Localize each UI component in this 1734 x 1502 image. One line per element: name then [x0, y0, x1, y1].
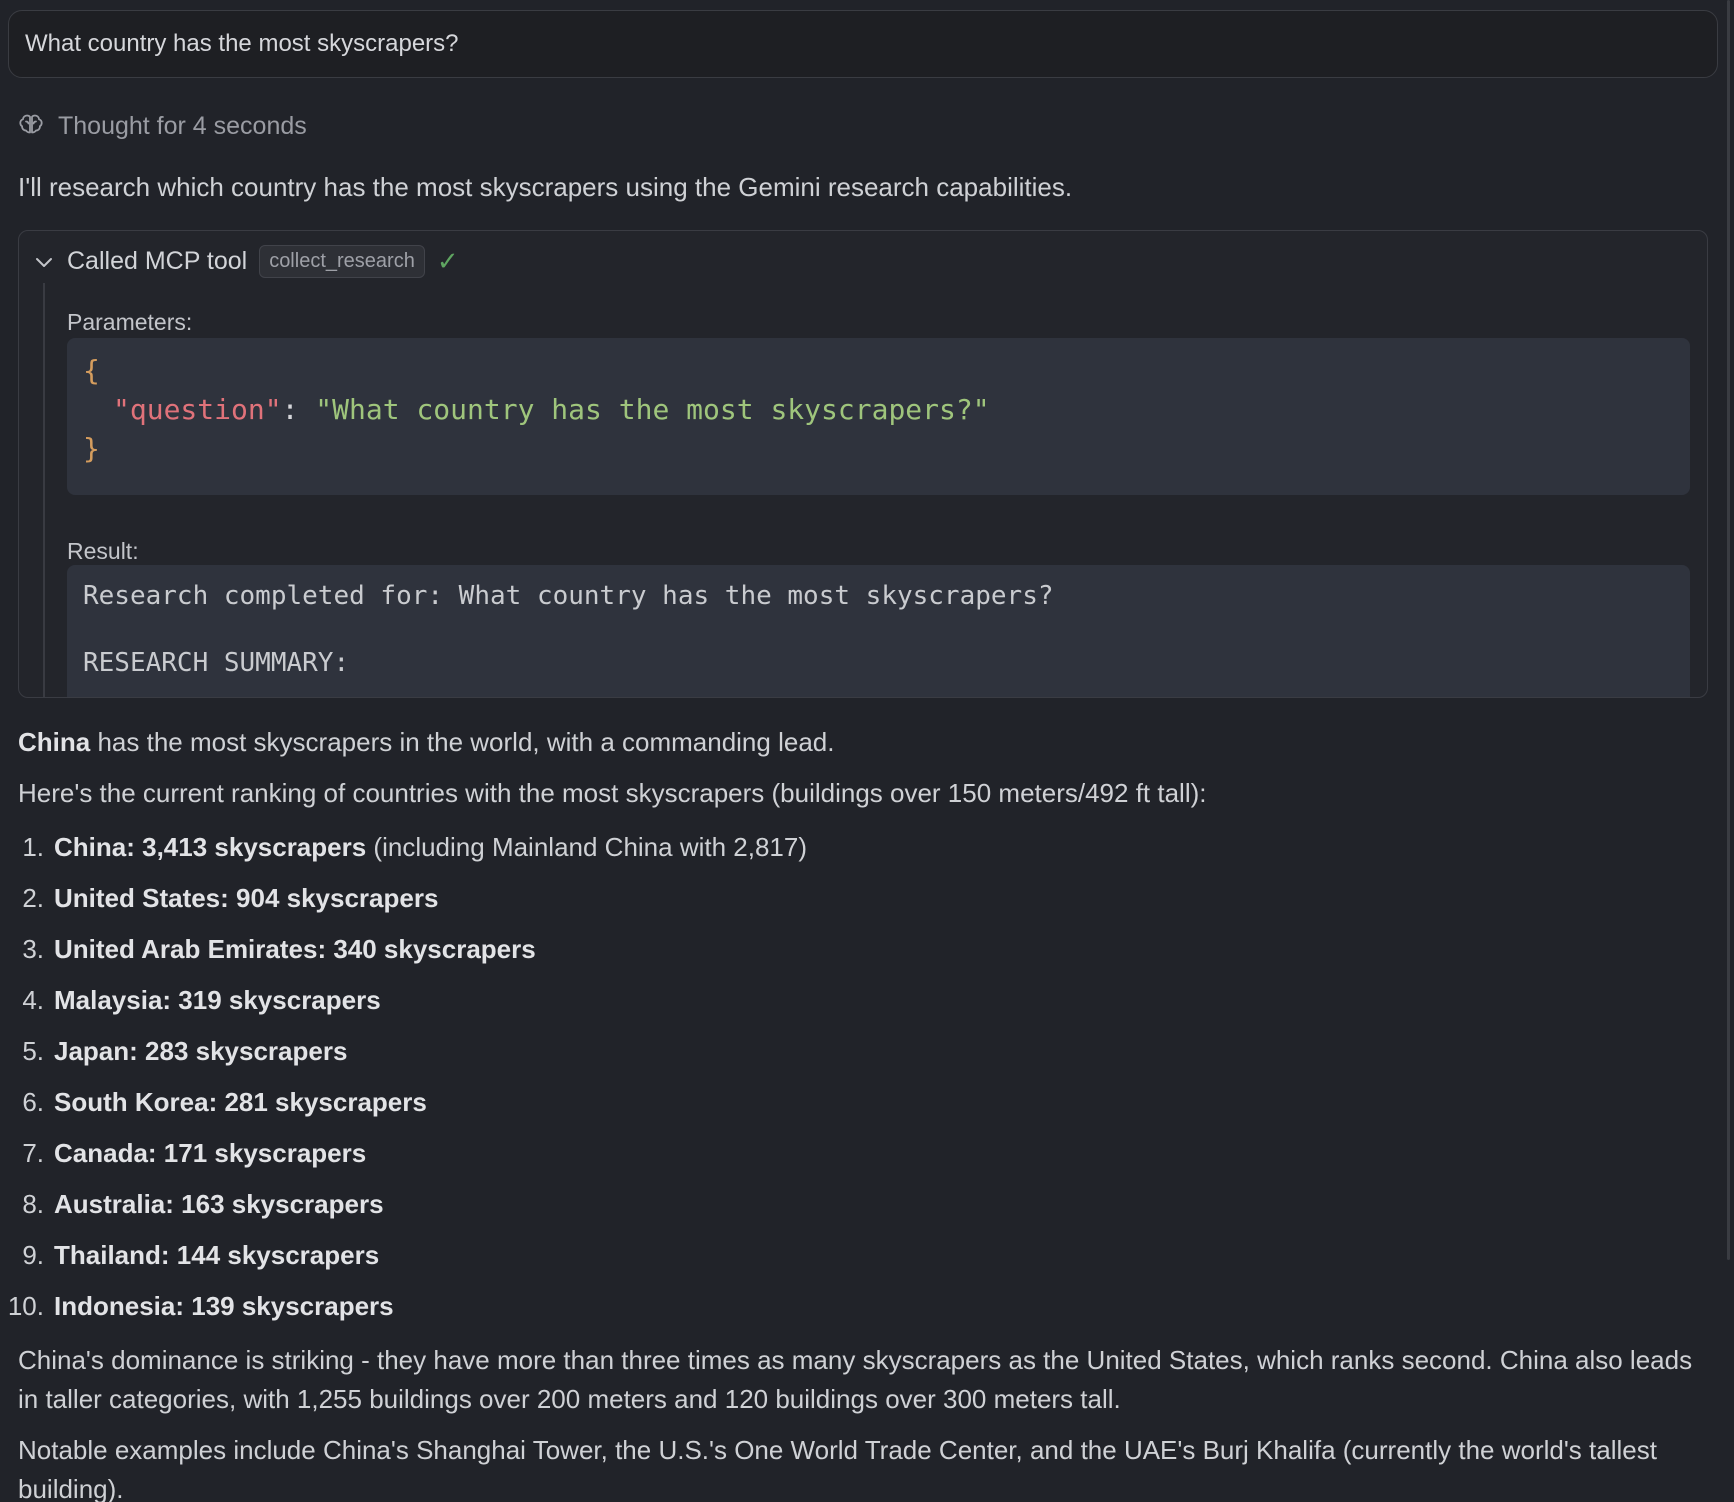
- code-close-brace: }: [83, 432, 100, 465]
- param-key: "question": [113, 393, 282, 426]
- list-item-bold: Australia: 163 skyscrapers: [54, 1189, 384, 1219]
- chevron-down-icon[interactable]: [33, 251, 55, 273]
- list-number: 10.: [7, 1291, 44, 1321]
- list-number: 5.: [22, 1036, 44, 1066]
- list-item-bold: Malaysia: 319 skyscrapers: [54, 985, 381, 1015]
- list-number: 9.: [22, 1240, 44, 1270]
- result-output-block[interactable]: Research completed for: What country has…: [67, 565, 1690, 697]
- answer-lead-rest: has the most skyscrapers in the world, w…: [90, 727, 835, 757]
- check-icon: ✓: [436, 246, 459, 276]
- list-item-bold: Japan: 283 skyscrapers: [54, 1036, 348, 1066]
- tool-call-header[interactable]: Called MCP tool collect_research ✓: [33, 245, 459, 278]
- mcp-tool-call-card: Called MCP tool collect_research ✓ Param…: [18, 230, 1708, 698]
- list-number: 2.: [22, 883, 44, 913]
- parameters-label: Parameters:: [67, 309, 193, 335]
- user-query-text: What country has the most skyscrapers?: [25, 30, 459, 57]
- ranking-intro: Here's the current ranking of countries …: [18, 778, 1207, 808]
- parameters-code-block: { "question": "What country has the most…: [67, 338, 1690, 495]
- user-query-bubble[interactable]: What country has the most skyscrapers?: [8, 10, 1718, 78]
- list-item-bold: Indonesia: 139 skyscrapers: [54, 1291, 394, 1321]
- scrollbar[interactable]: [1727, 0, 1730, 1260]
- tool-call-body: Parameters: { "question": "What country …: [43, 283, 1690, 697]
- assistant-intro-text: I'll research which country has the most…: [18, 172, 1073, 202]
- list-number: 4.: [22, 985, 44, 1015]
- brain-icon: [18, 110, 44, 143]
- param-value: "What country has the most skyscrapers?": [315, 393, 990, 426]
- list-item-bold: United States: 904 skyscrapers: [54, 883, 439, 913]
- list-number: 3.: [22, 934, 44, 964]
- chat-page: What country has the most skyscrapers? T…: [0, 0, 1734, 1502]
- list-item-bold: Canada: 171 skyscrapers: [54, 1138, 367, 1168]
- analysis-paragraph: China's dominance is striking - they hav…: [18, 1345, 1693, 1414]
- code-param-line: "question": "What country has the most s…: [113, 393, 990, 426]
- tool-name-badge: collect_research: [259, 245, 425, 278]
- examples-paragraph: Notable examples include China's Shangha…: [18, 1435, 1657, 1502]
- list-item-bold: United Arab Emirates: 340 skyscrapers: [54, 934, 536, 964]
- result-line: Research completed for: What country has…: [83, 581, 1054, 611]
- thought-label: Thought for 4 seconds: [58, 112, 307, 140]
- list-item-bold: Thailand: 144 skyscrapers: [54, 1240, 380, 1270]
- list-number: 8.: [22, 1189, 44, 1219]
- list-item-rest: (including Mainland China with 2,817): [366, 832, 808, 862]
- result-line: RESEARCH SUMMARY:: [83, 648, 350, 678]
- list-number: 1.: [22, 832, 44, 862]
- list-number: 6.: [22, 1087, 44, 1117]
- list-item-bold: China: 3,413 skyscrapers: [54, 832, 367, 862]
- result-label: Result:: [67, 538, 139, 564]
- param-colon: :: [281, 393, 316, 426]
- tool-call-title: Called MCP tool: [67, 247, 248, 275]
- answer-lead-bold: China: [18, 727, 91, 757]
- list-item-bold: South Korea: 281 skyscrapers: [54, 1087, 427, 1117]
- list-number: 7.: [22, 1138, 44, 1168]
- answer-lead: China has the most skyscrapers in the wo…: [18, 727, 834, 758]
- code-open-brace: {: [83, 354, 100, 387]
- thought-toggle[interactable]: Thought for 4 seconds: [18, 110, 307, 143]
